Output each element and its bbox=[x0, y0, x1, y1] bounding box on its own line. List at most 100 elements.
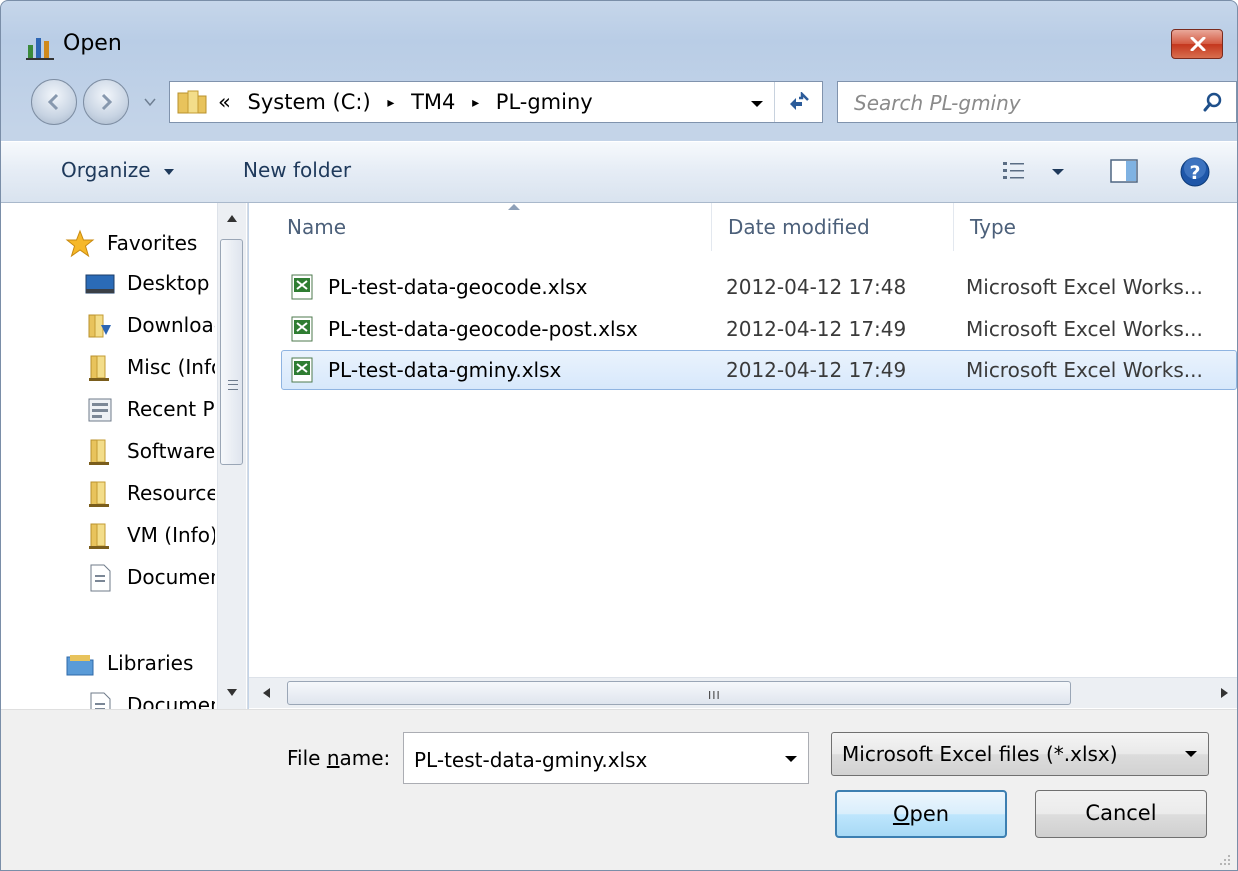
nav-pane-scrollbar[interactable] bbox=[217, 203, 246, 709]
file-name: PL-test-data-geocode.xlsx bbox=[328, 275, 588, 299]
grip-icon: III bbox=[708, 689, 721, 702]
open-dialog: Open « System (C:) ▸ TM4 ▸ PL-gminy Sear… bbox=[0, 0, 1238, 871]
file-type: Microsoft Excel Works... bbox=[966, 358, 1203, 382]
label-text: ame: bbox=[339, 746, 391, 770]
file-date: 2012-04-12 17:49 bbox=[726, 317, 907, 341]
app-chart-icon bbox=[26, 38, 54, 60]
organize-button[interactable]: Organize bbox=[61, 158, 175, 182]
nav-item-documents[interactable]: Documents bbox=[85, 559, 217, 595]
search-box[interactable] bbox=[837, 81, 1237, 123]
file-type-value: Microsoft Excel files (*.xlsx) bbox=[842, 742, 1118, 766]
document-icon bbox=[90, 692, 111, 709]
address-bar[interactable]: « System (C:) ▸ TM4 ▸ PL-gminy bbox=[169, 81, 823, 123]
column-header-name[interactable]: Name bbox=[271, 203, 711, 251]
nav-item-label: Software bbox=[127, 439, 215, 463]
file-row-selected[interactable]: PL-test-data-gminy.xlsx 2012-04-12 17:49… bbox=[281, 350, 1237, 390]
cancel-button[interactable]: Cancel bbox=[1035, 790, 1207, 838]
file-name: PL-test-data-gminy.xlsx bbox=[328, 358, 562, 382]
button-mnemonic: O bbox=[892, 802, 910, 826]
organize-label: Organize bbox=[61, 158, 151, 182]
file-list[interactable]: Name Date modified Type PL-test-data-geo… bbox=[249, 203, 1237, 709]
breadcrumb-item[interactable]: TM4 bbox=[411, 90, 455, 114]
sort-ascending-icon bbox=[508, 204, 520, 210]
search-input[interactable] bbox=[852, 88, 1176, 118]
nav-item-vm[interactable]: VM (Info) bbox=[85, 517, 217, 553]
chevron-down-icon[interactable] bbox=[784, 755, 798, 763]
libraries-group[interactable]: Libraries bbox=[65, 645, 225, 681]
nav-item-desktop[interactable]: Desktop bbox=[85, 265, 217, 301]
help-icon[interactable]: ? bbox=[1179, 156, 1211, 188]
column-header-type[interactable]: Type bbox=[953, 203, 1234, 251]
downloads-folder-icon bbox=[88, 314, 111, 338]
file-type: Microsoft Excel Works... bbox=[966, 275, 1203, 299]
recent-places-icon bbox=[88, 398, 112, 422]
favorites-label: Favorites bbox=[107, 231, 198, 255]
preview-pane-icon[interactable] bbox=[1109, 158, 1139, 184]
file-name-combobox[interactable] bbox=[403, 732, 809, 784]
column-header-date-modified[interactable]: Date modified bbox=[711, 203, 954, 251]
refresh-button[interactable] bbox=[774, 82, 822, 122]
file-date: 2012-04-12 17:49 bbox=[726, 358, 907, 382]
window-title: Open bbox=[63, 31, 122, 56]
label-mnemonic: n bbox=[326, 746, 340, 770]
excel-file-icon bbox=[291, 357, 313, 383]
scrollbar-thumb[interactable] bbox=[220, 239, 243, 465]
chevron-down-icon bbox=[1185, 751, 1197, 757]
folder-icon bbox=[177, 90, 207, 114]
nav-item-label: Downloads bbox=[127, 313, 215, 337]
open-button[interactable]: Open bbox=[835, 790, 1007, 838]
breadcrumb-separator-icon[interactable]: ▸ bbox=[472, 95, 479, 111]
file-list-horizontal-scrollbar[interactable]: III bbox=[249, 677, 1237, 708]
nav-item-misc[interactable]: Misc (Info) bbox=[85, 349, 217, 385]
nav-item-label: Resources bbox=[127, 481, 215, 505]
scroll-left-icon[interactable] bbox=[263, 688, 270, 698]
breadcrumb-overflow[interactable]: « bbox=[218, 90, 231, 114]
favorites-group[interactable]: Favorites bbox=[65, 225, 225, 261]
scroll-up-icon[interactable] bbox=[227, 215, 237, 222]
scroll-right-icon[interactable] bbox=[1221, 688, 1228, 698]
file-row[interactable]: PL-test-data-geocode-post.xlsx 2012-04-1… bbox=[281, 309, 1237, 349]
desktop-icon bbox=[85, 274, 115, 294]
refresh-icon bbox=[790, 92, 809, 110]
nav-item-library-documents[interactable]: Documents bbox=[85, 687, 217, 709]
star-icon bbox=[65, 229, 95, 258]
close-button[interactable] bbox=[1171, 29, 1223, 59]
nav-item-software[interactable]: Software bbox=[85, 433, 217, 469]
folder-icon bbox=[89, 355, 109, 381]
nav-item-recent-places[interactable]: Recent Places bbox=[85, 391, 217, 427]
breadcrumb-separator-icon[interactable]: ▸ bbox=[387, 95, 394, 111]
nav-item-resources[interactable]: Resources bbox=[85, 475, 217, 511]
libraries-label: Libraries bbox=[107, 651, 194, 675]
breadcrumb-item[interactable]: PL-gminy bbox=[496, 90, 593, 114]
file-row[interactable]: PL-test-data-geocode.xlsx 2012-04-12 17:… bbox=[281, 267, 1237, 307]
folder-icon bbox=[89, 439, 109, 465]
file-type-select[interactable]: Microsoft Excel files (*.xlsx) bbox=[831, 732, 1209, 776]
button-label: pen bbox=[909, 802, 950, 826]
search-icon[interactable] bbox=[1202, 91, 1224, 113]
bottom-panel: File name: Microsoft Excel files (*.xlsx… bbox=[1, 709, 1237, 870]
column-header-label: Type bbox=[970, 215, 1016, 239]
column-header-label: Date modified bbox=[728, 215, 870, 239]
nav-item-label: Misc (Info) bbox=[127, 355, 215, 379]
nav-item-label: Recent Places bbox=[127, 397, 215, 421]
excel-file-icon bbox=[291, 316, 313, 342]
breadcrumb-item[interactable]: System (C:) bbox=[248, 90, 371, 114]
forward-button[interactable] bbox=[83, 79, 129, 125]
grip-icon bbox=[228, 380, 238, 390]
scroll-down-icon[interactable] bbox=[227, 689, 237, 696]
nav-item-downloads[interactable]: Downloads bbox=[85, 307, 217, 343]
close-icon bbox=[1190, 37, 1206, 51]
new-folder-button[interactable]: New folder bbox=[243, 158, 351, 182]
file-name-label: File name: bbox=[287, 746, 390, 770]
navigation-pane[interactable]: Favorites Desktop Downloads Misc (Info) bbox=[1, 203, 248, 709]
recent-pages-dropdown-icon[interactable] bbox=[143, 97, 157, 107]
change-view-icon[interactable] bbox=[1001, 160, 1027, 182]
folder-icon bbox=[89, 523, 109, 549]
scrollbar-thumb[interactable]: III bbox=[287, 681, 1071, 705]
back-button[interactable] bbox=[31, 79, 77, 125]
command-bar: Organize New folder ? bbox=[1, 141, 1237, 203]
address-dropdown-icon[interactable] bbox=[750, 100, 764, 108]
views-dropdown-icon[interactable] bbox=[1051, 168, 1065, 176]
file-name-input[interactable] bbox=[412, 745, 756, 775]
resize-grip-icon[interactable] bbox=[1217, 852, 1231, 866]
